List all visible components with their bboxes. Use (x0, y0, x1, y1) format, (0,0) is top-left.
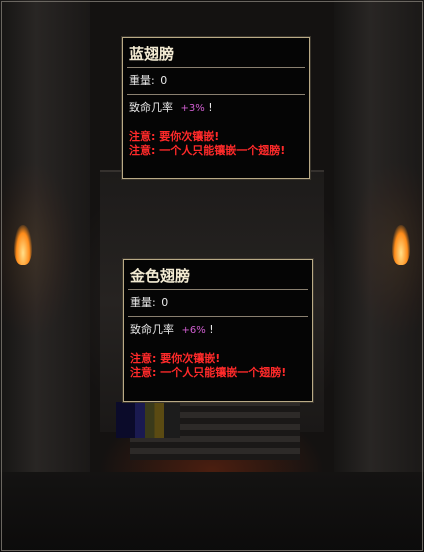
right-torch-flame (392, 225, 410, 265)
right-pillar (334, 0, 424, 552)
crit-value: +3% (180, 103, 205, 114)
weight-label: 重量: (129, 74, 155, 87)
warning-note: 注意: 要你次镶嵌! (129, 130, 220, 143)
weight-row: 重量: 0 (124, 290, 312, 316)
crit-value: +6% (181, 325, 206, 336)
weight-value: 0 (160, 74, 168, 87)
crit-label: 致命几率 (129, 101, 173, 114)
weight-label: 重量: (130, 296, 156, 309)
warning-note: 注意: 一个人只能镶嵌一个翅膀! (130, 366, 287, 379)
item-icon-strip (116, 402, 180, 438)
floor (0, 472, 424, 552)
warning-note: 注意: 一个人只能镶嵌一个翅膀! (129, 144, 286, 157)
item-tooltip-gold-wings: 金色翅膀 重量: 0 致命几率 +6% ! 注意: 要你次镶嵌! 注意: 一个人… (123, 259, 313, 402)
crit-row: 致命几率 +6% ! (124, 317, 312, 343)
item-title: 金色翅膀 (130, 267, 191, 285)
weight-value: 0 (161, 296, 169, 309)
weight-row: 重量: 0 (123, 68, 309, 94)
crit-suffix: ! (208, 101, 213, 114)
item-tooltip-blue-wings: 蓝翅膀 重量: 0 致命几率 +3% ! 注意: 要你次镶嵌! 注意: 一个人只… (122, 37, 310, 179)
crit-row: 致命几率 +3% ! (123, 95, 309, 121)
crit-label: 致命几率 (130, 323, 174, 336)
item-title: 蓝翅膀 (129, 45, 175, 63)
left-pillar (0, 0, 90, 552)
crit-suffix: ! (209, 323, 214, 336)
left-torch-flame (14, 225, 32, 265)
warning-note: 注意: 要你次镶嵌! (130, 352, 221, 365)
